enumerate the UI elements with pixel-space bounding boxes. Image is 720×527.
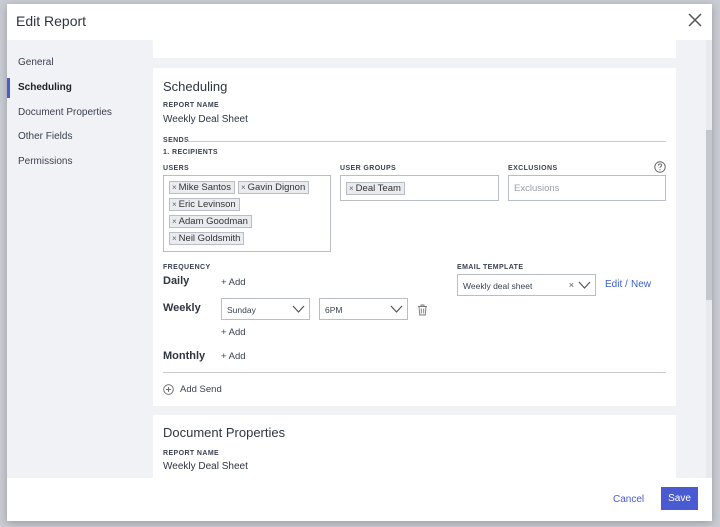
chevron-down-icon — [292, 305, 305, 313]
user-groups-input[interactable]: × Deal Team — [340, 175, 499, 201]
doc-report-name-value: Weekly Deal Sheet — [163, 461, 248, 472]
clear-icon[interactable]: × — [569, 280, 574, 290]
user-chip[interactable]: × Mike Santos — [169, 181, 235, 194]
close-icon[interactable] — [688, 13, 702, 27]
email-template-value: Weekly deal sheet — [463, 281, 533, 291]
remove-icon[interactable]: × — [172, 217, 177, 226]
user-group-chip-label: Deal Team — [355, 183, 401, 194]
cancel-button[interactable]: Cancel — [613, 494, 644, 505]
recipients-label: 1. RECIPIENTS — [163, 149, 218, 156]
add-send-divider — [163, 372, 666, 373]
weekly-time-select[interactable]: 6PM — [319, 298, 408, 320]
user-chip[interactable]: × Gavin Dignon — [238, 181, 310, 194]
monthly-add-link[interactable]: + Add — [221, 351, 246, 362]
sidebar-item-other-fields[interactable]: Other Fields — [7, 127, 147, 147]
user-chip[interactable]: × Neil Goldsmith — [169, 232, 245, 245]
remove-icon[interactable]: × — [349, 184, 354, 193]
remove-icon[interactable]: × — [172, 234, 177, 243]
remove-icon[interactable]: × — [172, 200, 177, 209]
edit-template-link[interactable]: Edit — [605, 279, 622, 290]
dialog-header: Edit Report — [7, 4, 712, 40]
daily-add-link[interactable]: + Add — [221, 277, 246, 288]
edit-report-dialog: Edit Report General Scheduling Document … — [7, 4, 712, 521]
user-chip-label: Gavin Dignon — [247, 182, 306, 193]
general-card — [153, 40, 676, 58]
user-groups-label: USER GROUPS — [340, 165, 397, 172]
save-button[interactable]: Save — [661, 487, 698, 510]
user-chip-label: Eric Levinson — [178, 199, 236, 210]
sends-divider — [187, 141, 666, 142]
user-chip[interactable]: × Adam Goodman — [169, 215, 252, 228]
plus-circle-icon[interactable] — [163, 384, 174, 395]
scrollbar-thumb[interactable] — [706, 130, 712, 300]
report-name-value: Weekly Deal Sheet — [163, 114, 248, 125]
users-input[interactable]: × Mike Santos × Gavin Dignon × Eric Levinso… — [163, 175, 331, 252]
doc-report-name-label: REPORT NAME — [163, 450, 220, 457]
dialog-title: Edit Report — [16, 13, 87, 29]
weekly-add-link[interactable]: + Add — [221, 327, 246, 338]
remove-icon[interactable]: × — [172, 183, 177, 192]
chevron-down-icon — [578, 281, 591, 289]
remove-icon[interactable]: × — [241, 183, 246, 192]
new-template-link[interactable]: New — [631, 279, 651, 290]
weekly-day-select[interactable]: Sunday — [221, 298, 310, 320]
sends-label: SENDS — [163, 137, 190, 144]
weekly-day-value: Sunday — [227, 305, 256, 315]
users-label: USERS — [163, 165, 190, 172]
sidebar-item-scheduling[interactable]: Scheduling — [7, 78, 147, 98]
link-separator: / — [625, 279, 628, 290]
sidebar-item-document-properties[interactable]: Document Properties — [7, 103, 147, 123]
report-name-label: REPORT NAME — [163, 102, 220, 109]
trash-icon[interactable] — [417, 304, 428, 316]
user-chip[interactable]: × Eric Levinson — [169, 198, 240, 211]
dialog-footer: Cancel Save — [7, 478, 712, 521]
exclusions-placeholder: Exclusions — [514, 183, 560, 194]
daily-label: Daily — [163, 275, 190, 287]
exclusions-label: EXCLUSIONS — [508, 165, 558, 172]
email-template-select[interactable]: Weekly deal sheet × — [457, 274, 596, 296]
sidebar: General Scheduling Document Properties O… — [7, 40, 147, 478]
chevron-down-icon — [390, 305, 403, 313]
user-group-chip[interactable]: × Deal Team — [346, 182, 405, 195]
weekly-label: Weekly — [163, 302, 201, 314]
add-send-link[interactable]: Add Send — [180, 384, 222, 395]
scheduling-card: Scheduling REPORT NAME Weekly Deal Sheet… — [153, 68, 676, 406]
document-properties-title: Document Properties — [163, 425, 286, 440]
content-area: Scheduling REPORT NAME Weekly Deal Sheet… — [153, 40, 676, 478]
sidebar-item-general[interactable]: General — [7, 53, 147, 73]
user-chip-label: Neil Goldsmith — [178, 233, 241, 244]
user-chip-label: Mike Santos — [178, 182, 231, 193]
document-properties-card: Document Properties REPORT NAME Weekly D… — [153, 415, 676, 478]
frequency-label: FREQUENCY — [163, 264, 211, 271]
monthly-label: Monthly — [163, 350, 206, 362]
email-template-label: EMAIL TEMPLATE — [457, 264, 524, 271]
sidebar-item-permissions[interactable]: Permissions — [7, 152, 147, 172]
weekly-time-value: 6PM — [325, 305, 343, 315]
scheduling-title: Scheduling — [163, 79, 228, 94]
user-chip-label: Adam Goodman — [178, 216, 248, 227]
scrollbar[interactable] — [706, 40, 712, 478]
help-circle-icon[interactable] — [654, 161, 666, 173]
exclusions-input[interactable]: Exclusions — [508, 175, 666, 201]
